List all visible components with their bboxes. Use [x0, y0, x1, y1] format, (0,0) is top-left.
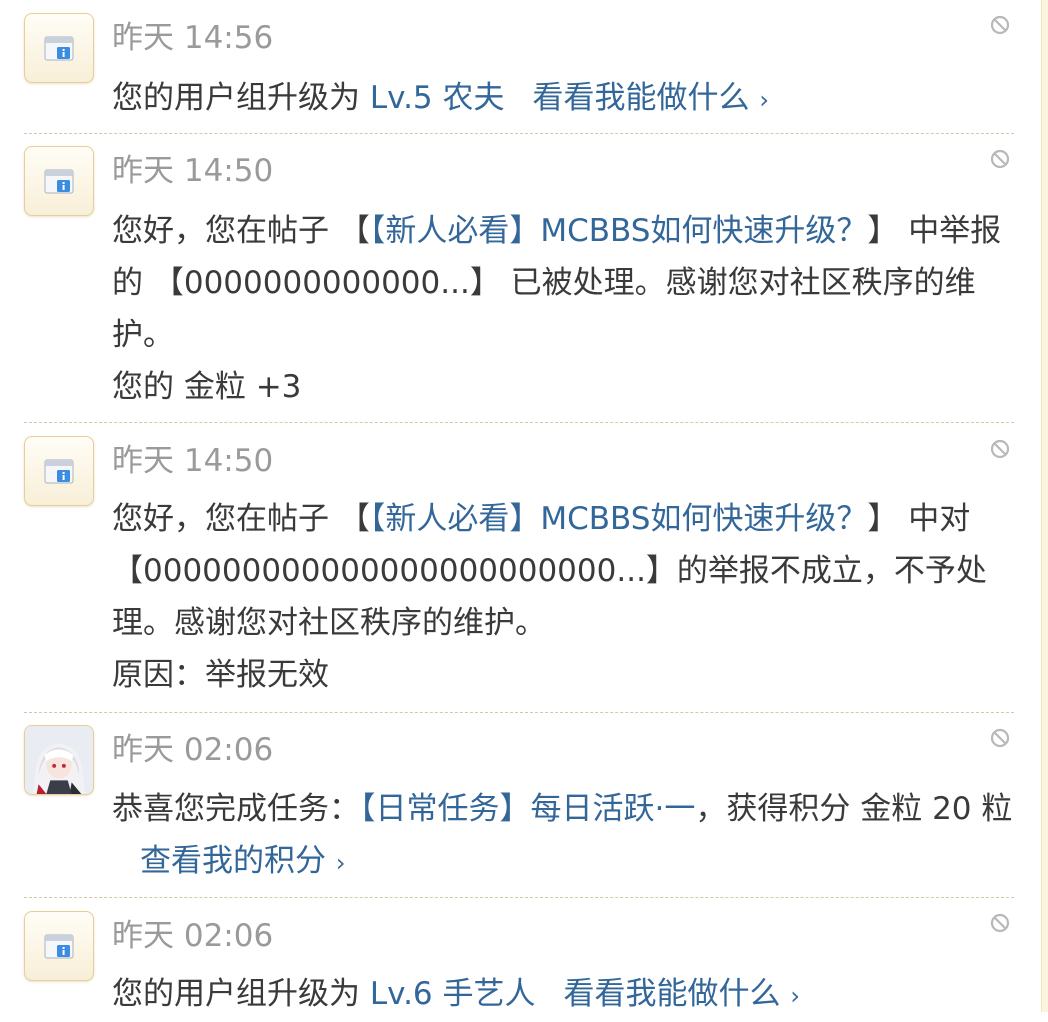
delete-icon[interactable] [990, 149, 1010, 169]
notice-item: 昨天 02:06 您的用户组升级为 Lv.6 手艺人 看看我能做什么 › [0, 898, 1040, 1012]
side-scroll-strip [1041, 0, 1048, 1012]
system-avatar [24, 146, 94, 216]
notice-info-icon [44, 169, 74, 194]
delete-icon[interactable] [990, 15, 1010, 35]
system-avatar [24, 436, 94, 506]
chevron-right-icon: › [335, 849, 346, 877]
reason-text: 原因：举报无效 [112, 657, 329, 693]
notice-info-icon [44, 459, 74, 484]
delete-icon[interactable] [990, 913, 1010, 933]
system-avatar [24, 13, 94, 83]
notice-text: 恭喜您完成任务： [112, 791, 360, 827]
my-credits-link[interactable]: 查看我的积分 [140, 843, 326, 879]
chevron-right-icon: › [790, 982, 800, 1010]
notice-text: 您的用户组升级为 [112, 80, 370, 116]
notice-text: 您好，您在帖子 【 [112, 501, 370, 537]
notice-time: 昨天 14:56 [112, 20, 274, 56]
delete-icon[interactable] [990, 728, 1010, 748]
usergroup-link[interactable]: Lv.5 农夫 [370, 80, 505, 116]
notice-time: 昨天 02:06 [112, 732, 274, 768]
notice-content: 您好，您在帖子 【【新人必看】MCBBS如何快速升级？】 中举报的 【00000… [112, 205, 1017, 413]
notice-time: 昨天 14:50 [112, 443, 274, 479]
system-avatar [24, 911, 94, 981]
notice-info-icon [44, 934, 74, 959]
notice-item: 昨天 14:50 您好，您在帖子 【【新人必看】MCBBS如何快速升级？】 中对… [0, 424, 1040, 713]
notice-content: 您的用户组升级为 Lv.6 手艺人 看看我能做什么 › [112, 968, 1017, 1022]
notice-divider [24, 422, 1014, 423]
anime-avatar-image [25, 726, 93, 794]
reward-text: 您的 金粒 +3 [112, 369, 302, 405]
notice-content: 您好，您在帖子 【【新人必看】MCBBS如何快速升级？】 中对 【0000000… [112, 493, 1017, 701]
notice-item: 昨天 14:56 您的用户组升级为 Lv.5 农夫 看看我能做什么 › [0, 0, 1040, 134]
thread-link[interactable]: 【新人必看】MCBBS如何快速升级？ [370, 213, 868, 249]
task-link[interactable]: 【日常任务】每日活跃·一 [360, 791, 695, 827]
notice-text: 您好，您在帖子 【 [112, 213, 370, 249]
what-can-i-do-link[interactable]: 看看我能做什么 [564, 976, 781, 1012]
notice-content: 您的用户组升级为 Lv.5 农夫 看看我能做什么 › [112, 72, 1017, 126]
notice-time: 昨天 14:50 [112, 153, 274, 189]
thread-link[interactable]: 【新人必看】MCBBS如何快速升级？ [370, 501, 868, 537]
delete-icon[interactable] [990, 439, 1010, 459]
notice-item: 昨天 02:06 恭喜您完成任务：【日常任务】每日活跃·一，获得积分 金粒 20… [0, 713, 1040, 898]
usergroup-link[interactable]: Lv.6 手艺人 [370, 976, 536, 1012]
notice-text: ，获得积分 金粒 20 粒 [695, 791, 1013, 827]
notice-time: 昨天 02:06 [112, 918, 274, 954]
notice-text: 您的用户组升级为 [112, 976, 370, 1012]
avatar [24, 725, 94, 795]
notice-item: 昨天 14:50 您好，您在帖子 【【新人必看】MCBBS如何快速升级？】 中举… [0, 134, 1040, 424]
chevron-right-icon: › [759, 86, 769, 114]
what-can-i-do-link[interactable]: 看看我能做什么 [533, 80, 750, 116]
notice-info-icon [44, 36, 74, 61]
notice-content: 恭喜您完成任务：【日常任务】每日活跃·一，获得积分 金粒 20 粒查看我的积分 … [112, 783, 1017, 889]
